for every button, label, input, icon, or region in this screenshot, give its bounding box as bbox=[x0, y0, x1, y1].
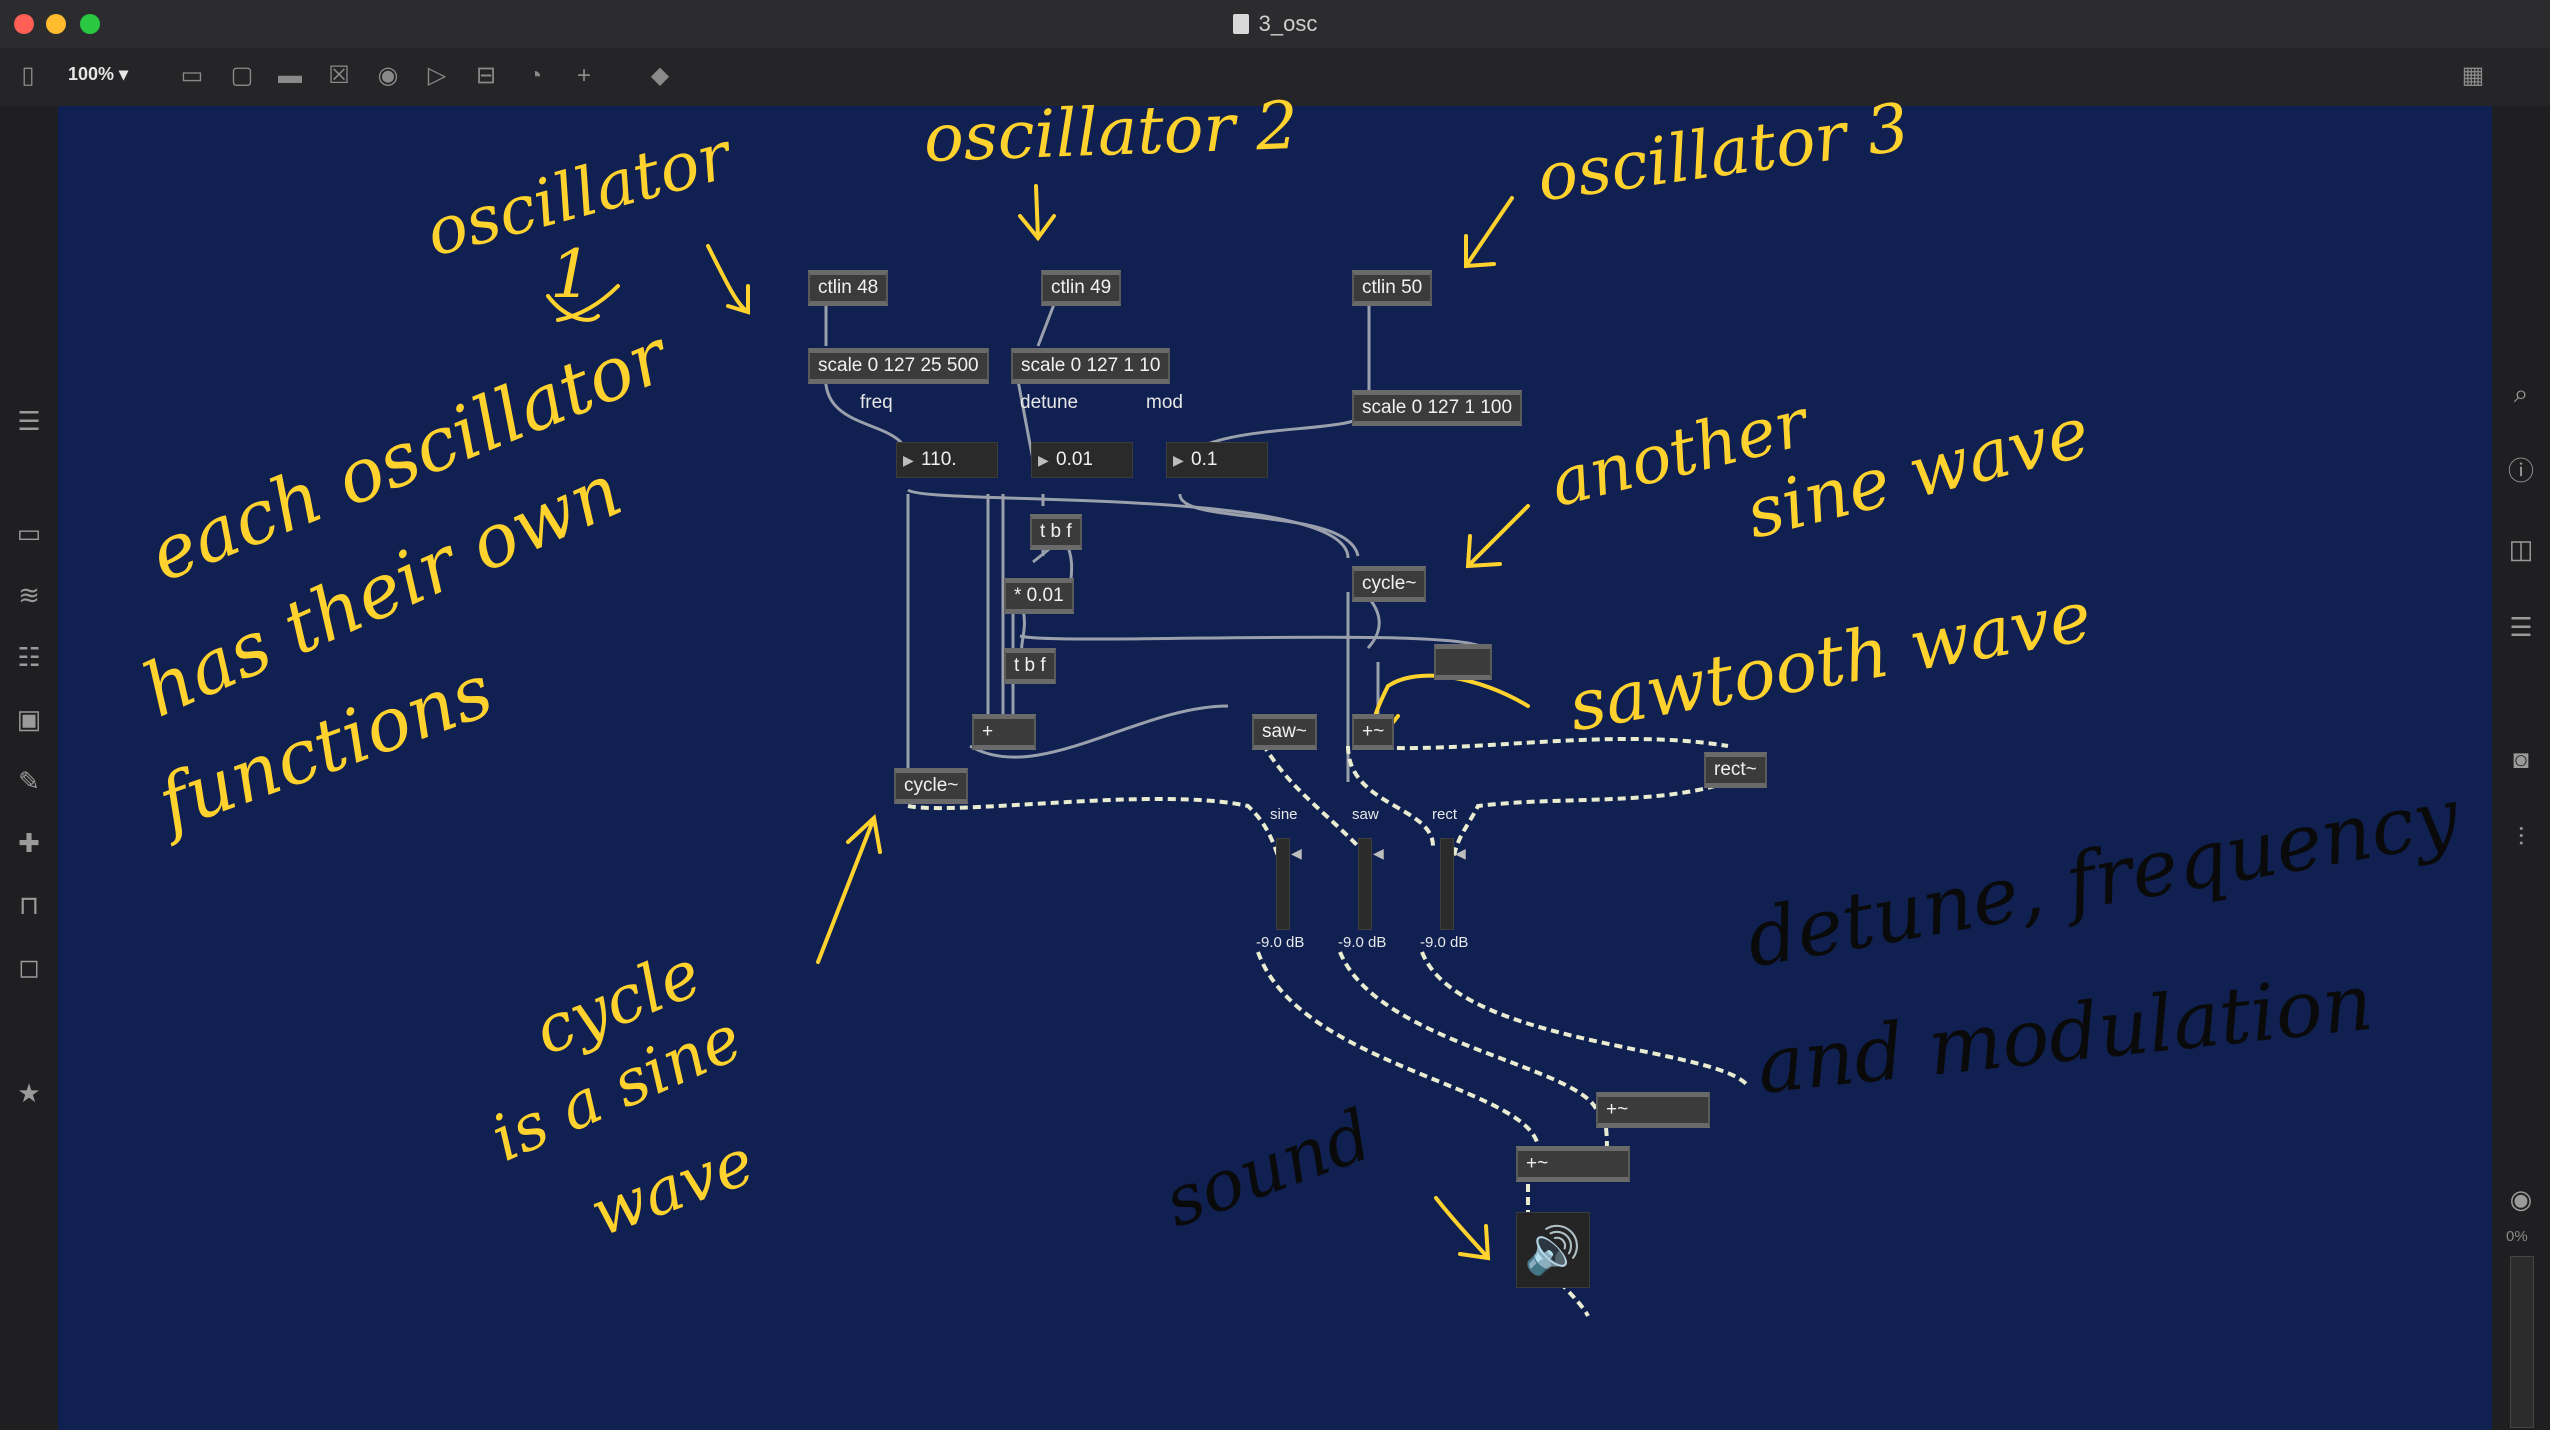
presentation-icon[interactable]: ◻ bbox=[14, 952, 44, 982]
audio-on-icon[interactable]: ◉ bbox=[2506, 1184, 2536, 1214]
ctlin-50-object[interactable]: ctlin 50 bbox=[1352, 270, 1433, 306]
scale-freq-object[interactable]: scale 0 127 25 500 bbox=[808, 348, 989, 384]
attach-icon[interactable]: ✎ bbox=[14, 766, 44, 796]
file-browser-icon[interactable]: ▭ bbox=[14, 518, 44, 548]
ctlin-49-object[interactable]: ctlin 49 bbox=[1041, 270, 1122, 306]
object-icon[interactable]: ▭ bbox=[178, 62, 206, 90]
detune-number-box[interactable]: 0.01 bbox=[1031, 442, 1133, 478]
freq-number-box[interactable]: 110. bbox=[896, 442, 998, 478]
menu-icon[interactable]: ☰ bbox=[14, 406, 44, 436]
rect-object[interactable]: rect~ bbox=[1704, 752, 1767, 788]
cycle-object-mod[interactable]: cycle~ bbox=[1352, 566, 1427, 602]
mod-sum-object[interactable] bbox=[1434, 644, 1492, 680]
scale-detune-object[interactable]: scale 0 127 1 10 bbox=[1011, 348, 1171, 384]
annotation-oscillator-2: oscillator 2 bbox=[922, 86, 1300, 177]
freq-label: freq bbox=[860, 392, 893, 413]
slider-icon[interactable]: ⊟ bbox=[472, 62, 500, 90]
zoom-select[interactable]: 100% ▾ bbox=[68, 64, 128, 85]
rect-gain-readout: -9.0 dB bbox=[1420, 934, 1469, 951]
rect-channel-label: rect bbox=[1432, 806, 1458, 823]
left-sidebar: ☰ ▭ ≋ ☷ ▣ ✎ ✚ ⊓ ◻ ★ bbox=[0, 106, 58, 1430]
sine-channel-label: sine bbox=[1270, 806, 1298, 823]
mixer-icon[interactable]: ⫶ bbox=[2506, 822, 2536, 852]
saw-object[interactable]: saw~ bbox=[1252, 714, 1317, 750]
multiply-object[interactable]: * 0.01 bbox=[1004, 578, 1074, 614]
cpu-percent: 0% bbox=[2506, 1228, 2528, 1245]
info-icon[interactable]: ⓘ bbox=[2506, 456, 2536, 486]
window-title-area: 3_osc bbox=[0, 0, 2550, 48]
dial-icon[interactable]: ◔ bbox=[521, 62, 549, 90]
search-icon[interactable]: ⌕ bbox=[2506, 378, 2536, 408]
scale-mod-object[interactable]: scale 0 127 1 100 bbox=[1352, 390, 1523, 426]
saw-gain-slider[interactable]: ◀ bbox=[1358, 838, 1384, 930]
signal-add-object-3[interactable]: +~ bbox=[1516, 1146, 1630, 1182]
number-icon[interactable]: ▷ bbox=[423, 62, 451, 90]
document-icon bbox=[1232, 14, 1249, 34]
playlist-icon[interactable]: ☷ bbox=[14, 642, 44, 672]
zoom-value: 100% bbox=[68, 64, 115, 84]
audio-icon[interactable]: ≋ bbox=[14, 580, 44, 610]
plus-object[interactable]: + bbox=[972, 714, 1036, 750]
rect-gain-slider[interactable]: ◀ bbox=[1440, 838, 1466, 930]
mod-number-box[interactable]: 0.1 bbox=[1166, 442, 1268, 478]
ctlin-48-object[interactable]: ctlin 48 bbox=[808, 270, 889, 306]
speaker-output-icon[interactable]: 🔊 bbox=[1516, 1212, 1590, 1288]
plugin-icon[interactable]: ✚ bbox=[14, 828, 44, 858]
list-icon[interactable]: ☰ bbox=[2506, 612, 2536, 642]
device-icon[interactable]: ⊓ bbox=[14, 890, 44, 920]
sidebar-toggle-icon[interactable]: ▯ bbox=[14, 62, 42, 90]
window-title: 3_osc bbox=[1258, 11, 1318, 36]
comment-icon[interactable]: ▬ bbox=[276, 62, 304, 90]
favorites-icon[interactable]: ★ bbox=[14, 1078, 44, 1108]
trigger-object-1[interactable]: t b f bbox=[1030, 514, 1082, 550]
image-icon[interactable]: ▣ bbox=[14, 704, 44, 734]
signal-add-object-1[interactable]: +~ bbox=[1352, 714, 1395, 750]
sine-gain-slider[interactable]: ◀ bbox=[1276, 838, 1302, 930]
slider-arrow-icon: ◀ bbox=[1291, 845, 1302, 861]
columns-icon[interactable]: ◫ bbox=[2506, 534, 2536, 564]
slider-arrow-icon: ◀ bbox=[1455, 845, 1466, 861]
toggle-icon[interactable]: ◉ bbox=[374, 62, 402, 90]
right-sidebar: ⌕ ⓘ ◫ ☰ ◙ ⫶ ◉ 0% bbox=[2492, 106, 2550, 1430]
annotation-strokes bbox=[546, 184, 1530, 1261]
saw-gain-readout: -9.0 dB bbox=[1338, 934, 1387, 951]
add-icon[interactable]: + bbox=[570, 62, 598, 90]
title-bar: 3_osc bbox=[0, 0, 2550, 49]
snapshot-icon[interactable]: ◙ bbox=[2506, 744, 2536, 774]
button-icon[interactable]: ☒ bbox=[325, 62, 353, 90]
sine-gain-readout: -9.0 dB bbox=[1256, 934, 1305, 951]
saw-channel-label: saw bbox=[1352, 806, 1379, 823]
paint-bucket-icon[interactable]: ◆ bbox=[646, 62, 674, 90]
annotation-oscillator-1-number: 1 bbox=[550, 236, 592, 313]
message-icon[interactable]: ▢ bbox=[228, 62, 256, 90]
patcher-canvas[interactable]: ctlin 48 ctlin 49 ctlin 50 scale 0 127 2… bbox=[58, 87, 2492, 1430]
mod-label: mod bbox=[1146, 392, 1183, 413]
signal-add-object-2[interactable]: +~ bbox=[1596, 1092, 1710, 1128]
detune-label: detune bbox=[1020, 392, 1079, 413]
trigger-object-2[interactable]: t b f bbox=[1004, 648, 1056, 684]
grid-icon[interactable]: ▦ bbox=[2455, 62, 2491, 90]
master-level-meter[interactable] bbox=[2510, 1256, 2534, 1428]
cycle-object-main[interactable]: cycle~ bbox=[894, 768, 969, 804]
slider-arrow-icon: ◀ bbox=[1373, 845, 1384, 861]
